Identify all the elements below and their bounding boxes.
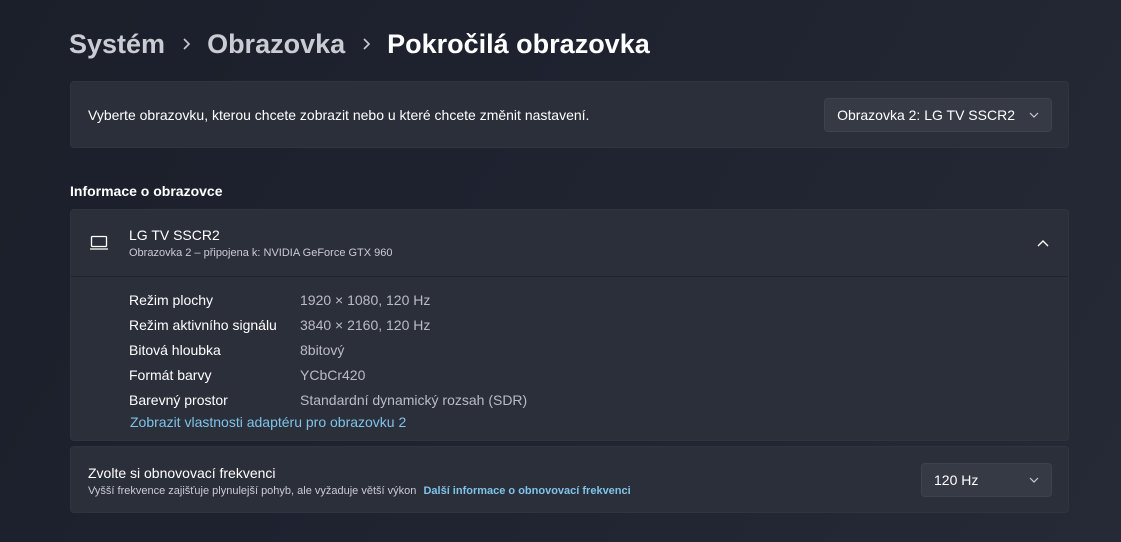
property-row: Formát barvy YCbCr420: [129, 362, 527, 387]
display-select-label: Vyberte obrazovku, kterou chcete zobrazi…: [88, 106, 590, 123]
display-select-value: Obrazovka 2: LG TV SSCR2: [837, 107, 1015, 123]
refresh-rate-description: Vyšší frekvence zajišťuje plynulejší poh…: [88, 485, 631, 497]
property-key: Bitová hloubka: [129, 341, 221, 358]
display-connection: Obrazovka 2 – připojena k: NVIDIA GeForc…: [129, 247, 393, 259]
refresh-rate-card: Zvolte si obnovovací frekvenci Vyšší fre…: [70, 446, 1069, 513]
chevron-down-icon: [1029, 112, 1039, 118]
refresh-rate-more-link[interactable]: Další informace o obnovovací frekvenci: [423, 485, 630, 497]
page-title: Pokročilá obrazovka: [387, 29, 650, 59]
refresh-rate-title: Zvolte si obnovovací frekvenci: [88, 465, 276, 481]
adapter-properties-link[interactable]: Zobrazit vlastnosti adaptéru pro obrazov…: [130, 414, 406, 430]
property-key: Režim plochy: [129, 291, 214, 308]
property-value: 8bitový: [300, 341, 345, 358]
refresh-rate-value: 120 Hz: [934, 472, 979, 488]
refresh-rate-description-text: Vyšší frekvence zajišťuje plynulejší poh…: [88, 485, 417, 497]
display-info-header[interactable]: LG TV SSCR2 Obrazovka 2 – připojena k: N…: [71, 210, 1068, 277]
property-value: 3840 × 2160, 120 Hz: [300, 316, 431, 333]
monitor-icon: [89, 235, 109, 256]
property-value: 1920 × 1080, 120 Hz: [300, 291, 431, 308]
chevron-right-icon: [165, 37, 207, 51]
display-properties: Režim plochy 1920 × 1080, 120 Hz Režim a…: [129, 287, 527, 412]
property-key: Formát barvy: [129, 366, 212, 383]
chevron-up-icon[interactable]: [1032, 232, 1054, 254]
breadcrumb-system[interactable]: Systém: [69, 26, 165, 62]
display-select-dropdown[interactable]: Obrazovka 2: LG TV SSCR2: [824, 98, 1052, 132]
property-key: Režim aktivního signálu: [129, 316, 277, 333]
property-row: Režim aktivního signálu 3840 × 2160, 120…: [129, 312, 527, 337]
advanced-display-page: Systém Obrazovka Pokročilá obrazovka Vyb…: [0, 0, 1121, 542]
breadcrumb-display[interactable]: Obrazovka: [207, 26, 345, 62]
chevron-right-icon: [345, 37, 387, 51]
section-title: Informace o obrazovce: [70, 183, 223, 199]
property-row: Barevný prostor Standardní dynamický roz…: [129, 387, 527, 412]
display-info-card: LG TV SSCR2 Obrazovka 2 – připojena k: N…: [70, 209, 1069, 441]
breadcrumb: Systém Obrazovka Pokročilá obrazovka: [69, 26, 650, 62]
display-name: LG TV SSCR2: [129, 227, 220, 243]
chevron-down-icon: [1029, 477, 1039, 483]
property-row: Režim plochy 1920 × 1080, 120 Hz: [129, 287, 527, 312]
property-value: YCbCr420: [300, 366, 366, 383]
property-value: Standardní dynamický rozsah (SDR): [300, 391, 528, 408]
property-row: Bitová hloubka 8bitový: [129, 337, 527, 362]
property-key: Barevný prostor: [129, 391, 228, 408]
refresh-rate-dropdown[interactable]: 120 Hz: [921, 463, 1052, 497]
display-select-card: Vyberte obrazovku, kterou chcete zobrazi…: [70, 81, 1069, 148]
